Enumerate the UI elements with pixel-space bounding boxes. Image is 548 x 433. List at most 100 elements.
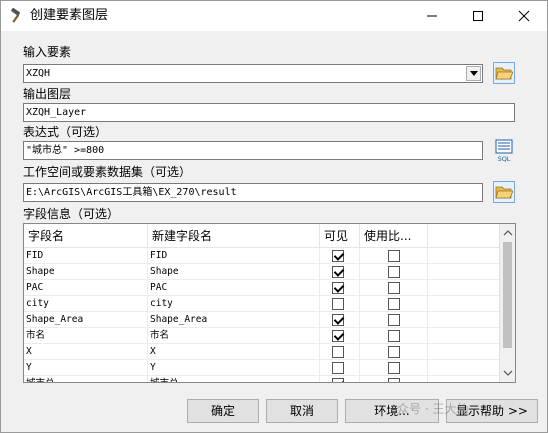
ok-button[interactable]: 确定 — [187, 399, 259, 423]
table-row[interactable]: FID FID — [24, 248, 499, 264]
expression-input[interactable]: "城市总" >=800 — [23, 141, 483, 160]
open-folder-icon — [495, 186, 513, 199]
scrollbar-thumb[interactable] — [503, 242, 512, 348]
use-ratio-checkbox[interactable] — [388, 330, 400, 342]
use-ratio-cell — [360, 344, 428, 360]
visible-cell — [320, 248, 360, 264]
table-header: 字段名 新建字段名 可见 使用比... — [24, 224, 499, 248]
environments-button[interactable]: 环境... — [345, 399, 439, 423]
close-button[interactable] — [501, 1, 547, 31]
scroll-down-icon[interactable] — [500, 366, 516, 380]
open-folder-icon — [495, 67, 513, 80]
sql-button[interactable]: SQL — [493, 139, 515, 163]
input-features-dropdown[interactable]: XZQH — [23, 64, 483, 83]
chevron-down-icon[interactable] — [466, 66, 481, 81]
header-new-field-name[interactable]: 新建字段名 — [148, 224, 320, 248]
field-name-cell[interactable]: city — [24, 296, 148, 312]
field-name-cell[interactable]: Shape — [24, 264, 148, 280]
sql-icon: SQL — [495, 139, 513, 163]
new-field-name-cell[interactable]: 城市总 — [148, 376, 320, 382]
new-field-name-cell[interactable]: PAC — [148, 280, 320, 296]
workspace-label: 工作空间或要素数据集（可选） — [23, 165, 192, 179]
new-field-name-cell[interactable]: FID — [148, 248, 320, 264]
table-row[interactable]: Shape_Area Shape_Area — [24, 312, 499, 328]
field-name-cell[interactable]: Shape_Area — [24, 312, 148, 328]
field-name-cell[interactable]: X — [24, 344, 148, 360]
visible-checkbox[interactable] — [332, 250, 344, 262]
input-features-label: 输入要素 — [23, 45, 72, 59]
new-field-name-cell[interactable]: Shape — [148, 264, 320, 280]
field-name-cell[interactable]: PAC — [24, 280, 148, 296]
table-row[interactable]: Shape Shape — [24, 264, 499, 280]
use-ratio-checkbox[interactable] — [388, 298, 400, 310]
visible-cell — [320, 376, 360, 382]
cancel-button[interactable]: 取消 — [266, 399, 338, 423]
output-layer-label: 输出图层 — [23, 87, 72, 101]
visible-cell — [320, 264, 360, 280]
use-ratio-checkbox[interactable] — [388, 378, 400, 382]
visible-cell — [320, 328, 360, 344]
output-layer-input[interactable]: XZQH_Layer — [23, 103, 515, 122]
visible-cell — [320, 296, 360, 312]
browse-workspace-button[interactable] — [493, 181, 515, 203]
create-feature-layer-dialog: 创建要素图层 输入要素 XZQH 输出图层 XZQH_Layer 表达式（可选）… — [0, 0, 548, 433]
header-field-name[interactable]: 字段名 — [24, 224, 148, 248]
field-name-cell[interactable]: Y — [24, 360, 148, 376]
visible-checkbox[interactable] — [332, 378, 344, 382]
field-info-table: 字段名 新建字段名 可见 使用比... FID FID Shape Shape PAC P… — [23, 223, 516, 383]
browse-input-button[interactable] — [493, 62, 515, 84]
table-row[interactable]: XX — [24, 344, 499, 360]
table-row[interactable]: 城市总城市总 — [24, 376, 499, 382]
visible-checkbox[interactable] — [332, 298, 344, 310]
show-help-button[interactable]: 显示帮助 >> — [446, 399, 538, 423]
field-name-cell[interactable]: 城市总 — [24, 376, 148, 382]
new-field-name-cell[interactable]: Shape_Area — [148, 312, 320, 328]
title-bar: 创建要素图层 — [1, 1, 547, 31]
use-ratio-checkbox[interactable] — [388, 266, 400, 278]
hammer-icon — [8, 7, 24, 24]
table-row[interactable]: PAC PAC — [24, 280, 499, 296]
use-ratio-cell — [360, 360, 428, 376]
use-ratio-checkbox[interactable] — [388, 346, 400, 358]
table-row[interactable]: city city — [24, 296, 499, 312]
use-ratio-checkbox[interactable] — [388, 250, 400, 262]
use-ratio-checkbox[interactable] — [388, 362, 400, 374]
new-field-name-cell[interactable]: 市名 — [148, 328, 320, 344]
field-name-cell[interactable]: 市名 — [24, 328, 148, 344]
visible-checkbox[interactable] — [332, 362, 344, 374]
visible-checkbox[interactable] — [332, 314, 344, 326]
field-name-cell[interactable]: FID — [24, 248, 148, 264]
minimize-icon — [427, 15, 437, 17]
visible-cell — [320, 360, 360, 376]
visible-checkbox[interactable] — [332, 330, 344, 342]
new-field-name-cell[interactable]: city — [148, 296, 320, 312]
header-use-ratio[interactable]: 使用比... — [360, 224, 428, 248]
use-ratio-cell — [360, 328, 428, 344]
header-visible[interactable]: 可见 — [320, 224, 360, 248]
table-row[interactable]: 市名 市名 — [24, 328, 499, 344]
visible-cell — [320, 280, 360, 296]
use-ratio-checkbox[interactable] — [388, 314, 400, 326]
use-ratio-cell — [360, 296, 428, 312]
maximize-icon — [473, 11, 483, 21]
close-icon — [518, 10, 530, 22]
new-field-name-cell[interactable]: Y — [148, 360, 320, 376]
table-row[interactable]: YY — [24, 360, 499, 376]
visible-checkbox[interactable] — [332, 282, 344, 294]
use-ratio-cell — [360, 248, 428, 264]
vertical-scrollbar[interactable] — [499, 224, 515, 382]
workspace-input[interactable]: E:\ArcGIS\ArcGIS工具箱\EX_270\result — [23, 183, 483, 202]
field-info-label: 字段信息（可选） — [23, 207, 120, 221]
visible-cell — [320, 344, 360, 360]
use-ratio-checkbox[interactable] — [388, 282, 400, 294]
maximize-button[interactable] — [455, 1, 501, 31]
new-field-name-cell[interactable]: X — [148, 344, 320, 360]
scroll-up-icon[interactable] — [500, 226, 516, 240]
visible-checkbox[interactable] — [332, 346, 344, 358]
expression-label: 表达式（可选） — [23, 125, 108, 139]
minimize-button[interactable] — [409, 1, 455, 31]
visible-checkbox[interactable] — [332, 266, 344, 278]
sql-label: SQL — [498, 155, 511, 163]
workspace-value: E:\ArcGIS\ArcGIS工具箱\EX_270\result — [26, 187, 237, 198]
use-ratio-cell — [360, 264, 428, 280]
